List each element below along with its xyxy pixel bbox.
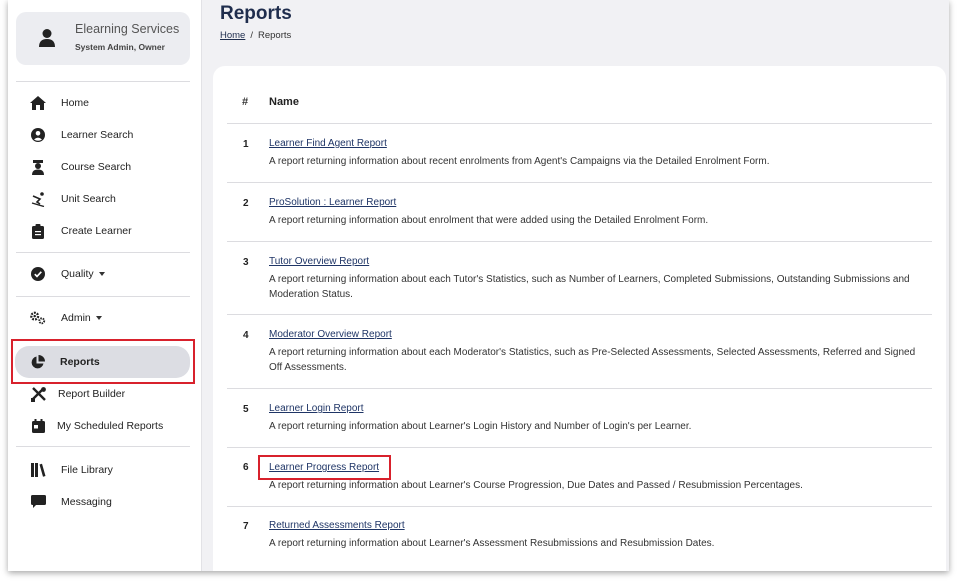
highlight-box-reports-nav <box>11 339 195 384</box>
row-number: 2 <box>243 198 249 209</box>
sidebar-item-label: Unit Search <box>61 193 116 205</box>
report-link-returned-assessments[interactable]: Returned Assessments Report <box>269 520 405 531</box>
sidebar-item-label: Quality <box>61 268 94 280</box>
highlight-box-learner-progress-link <box>258 455 391 480</box>
report-link-tutor-overview[interactable]: Tutor Overview Report <box>269 256 369 267</box>
chevron-down-icon <box>98 272 105 276</box>
sidebar-item-course-search[interactable]: Course Search <box>16 152 190 182</box>
row-number: 4 <box>243 330 249 341</box>
row-number: 6 <box>243 462 249 473</box>
report-link-moderator-overview[interactable]: Moderator Overview Report <box>269 329 392 340</box>
user-name: Elearning Services <box>75 22 180 36</box>
table-row: 4 Moderator Overview Report A report ret… <box>227 315 932 389</box>
report-description: A report returning information about Lea… <box>269 480 803 491</box>
sidebar-item-messaging[interactable]: Messaging <box>16 487 190 517</box>
books-icon <box>30 462 46 478</box>
table-header: # Name <box>227 88 932 124</box>
graduate-icon <box>30 159 46 175</box>
breadcrumb-home-link[interactable]: Home <box>220 30 245 41</box>
table-row: 3 Tutor Overview Report A report returni… <box>227 242 932 315</box>
calendar-icon <box>30 418 46 434</box>
sidebar-item-label: Create Learner <box>61 225 132 237</box>
report-description: A report returning information about rec… <box>269 156 770 167</box>
table-row: 2 ProSolution : Learner Report A report … <box>227 183 932 242</box>
sidebar-item-admin[interactable]: Admin <box>16 303 190 333</box>
row-number: 1 <box>243 139 249 150</box>
chevron-down-icon <box>95 316 102 320</box>
row-number: 3 <box>243 257 249 268</box>
sidebar-item-quality[interactable]: Quality <box>16 259 190 289</box>
report-description: A report returning information about eac… <box>269 347 916 373</box>
sidebar-item-label: Course Search <box>61 161 132 173</box>
app-window: Elearning Services System Admin, Owner H… <box>8 0 949 571</box>
sidebar-item-my-scheduled-reports[interactable]: My Scheduled Reports <box>16 411 190 441</box>
user-icon <box>38 28 56 48</box>
reports-card: # Name 1 Learner Find Agent Report A rep… <box>213 66 946 571</box>
sidebar-item-file-library[interactable]: File Library <box>16 455 190 485</box>
message-icon <box>30 494 46 510</box>
sidebar-item-label: My Scheduled Reports <box>57 420 164 432</box>
sidebar-divider <box>16 252 190 253</box>
row-number: 7 <box>243 521 249 532</box>
sidebar-divider <box>16 81 190 82</box>
breadcrumb-separator: / <box>250 30 253 41</box>
sidebar-item-label: Admin <box>61 312 91 324</box>
sidebar-item-label: Learner Search <box>61 129 134 141</box>
report-link-prosolution-learner[interactable]: ProSolution : Learner Report <box>269 197 396 208</box>
gears-icon <box>30 310 46 326</box>
sidebar-item-unit-search[interactable]: Unit Search <box>16 184 190 214</box>
user-circle-icon <box>30 127 46 143</box>
page-title: Reports <box>220 3 292 24</box>
column-header-name: Name <box>269 96 299 108</box>
sidebar-divider <box>16 296 190 297</box>
sidebar: Elearning Services System Admin, Owner H… <box>8 0 202 571</box>
breadcrumb-current: Reports <box>257 30 292 41</box>
sidebar-item-label: Home <box>61 97 90 109</box>
breadcrumb: Home / Reports <box>220 30 291 41</box>
report-description: A report returning information about eac… <box>269 274 910 300</box>
sidebar-item-label: File Library <box>61 464 113 476</box>
report-link-learner-login[interactable]: Learner Login Report <box>269 403 364 414</box>
user-role: System Admin, Owner <box>75 42 165 52</box>
sidebar-item-label: Report Builder <box>58 388 126 400</box>
sidebar-item-learner-search[interactable]: Learner Search <box>16 120 190 150</box>
column-header-number: # <box>242 96 249 108</box>
table-row: 5 Learner Login Report A report returnin… <box>227 389 932 448</box>
skiing-icon <box>30 191 46 207</box>
tools-icon <box>30 386 46 402</box>
report-description: A report returning information about Lea… <box>269 538 715 549</box>
check-circle-icon <box>30 266 46 282</box>
sidebar-item-label: Messaging <box>61 496 112 508</box>
row-number: 5 <box>243 404 249 415</box>
sidebar-item-create-learner[interactable]: Create Learner <box>16 216 190 246</box>
report-link-learner-find-agent[interactable]: Learner Find Agent Report <box>269 138 387 149</box>
table-row: 7 Returned Assessments Report A report r… <box>227 507 932 566</box>
report-description: A report returning information about enr… <box>269 215 709 226</box>
clipboard-icon <box>30 223 46 239</box>
table-row: 1 Learner Find Agent Report A report ret… <box>227 124 932 183</box>
report-description: A report returning information about Lea… <box>269 421 692 432</box>
sidebar-item-home[interactable]: Home <box>16 88 190 118</box>
user-card[interactable]: Elearning Services System Admin, Owner <box>16 12 190 65</box>
home-icon <box>30 95 46 111</box>
sidebar-divider <box>16 446 190 447</box>
